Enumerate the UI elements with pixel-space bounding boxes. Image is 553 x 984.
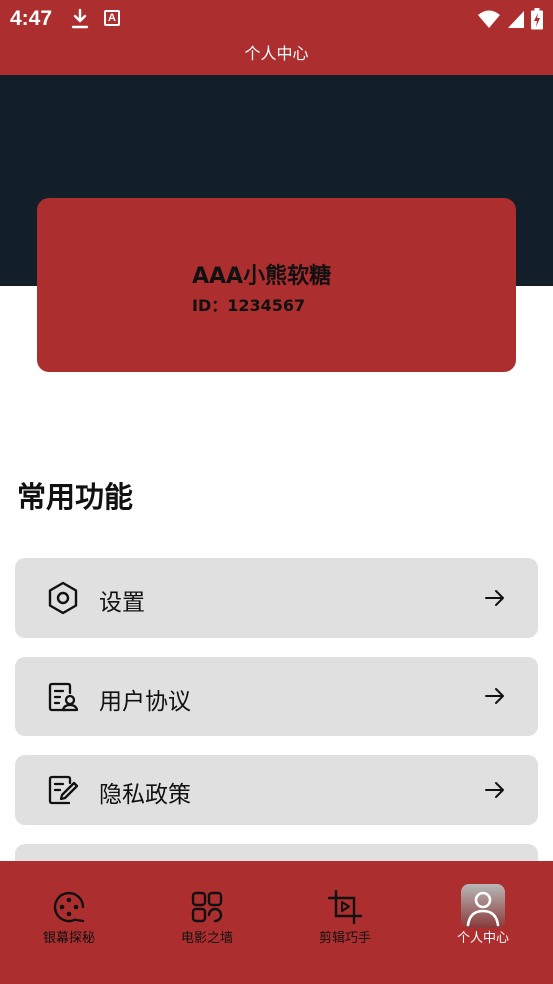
status-indicators bbox=[477, 8, 543, 30]
menu-item-privacy-policy[interactable]: 隐私政策 bbox=[15, 755, 538, 825]
privacy-policy-icon bbox=[47, 774, 79, 810]
nav-tab-editing[interactable]: 剪辑巧手 bbox=[276, 861, 414, 984]
menu-item-label: 设置 bbox=[99, 590, 145, 616]
menu-item-label: 用户协议 bbox=[99, 689, 191, 715]
status-time: 4:47 bbox=[10, 7, 53, 30]
nav-tab-label: 电影之墙 bbox=[180, 931, 233, 946]
page-title: 个人中心 bbox=[244, 44, 309, 63]
profile-card[interactable]: AAA小熊软糖 ID：1234567 bbox=[37, 198, 516, 372]
app-bar: 个人中心 bbox=[0, 38, 553, 75]
profile-id: ID：1234567 bbox=[192, 296, 306, 315]
battery-charging-icon bbox=[531, 8, 543, 30]
menu-item-settings[interactable]: 设置 bbox=[15, 558, 538, 638]
person-icon bbox=[461, 884, 505, 928]
profile-name: AAA小熊软糖 bbox=[192, 264, 332, 289]
arrow-right-icon bbox=[484, 779, 506, 805]
menu-item-user-agreement[interactable]: 用户协议 bbox=[15, 657, 538, 736]
crop-play-icon bbox=[327, 889, 363, 925]
menu-item-label: 隐私政策 bbox=[99, 782, 191, 808]
wifi-icon bbox=[478, 10, 500, 28]
arrow-right-icon bbox=[484, 587, 506, 613]
nav-tab-movie-wall[interactable]: 电影之墙 bbox=[138, 861, 276, 984]
bottom-nav: 银幕探秘 电影之墙 剪辑巧手 个人中心 bbox=[0, 861, 553, 984]
nav-tab-label: 银幕探秘 bbox=[42, 931, 95, 946]
status-bar: 4:47 A bbox=[0, 0, 553, 38]
grid-icon bbox=[190, 890, 224, 924]
arrow-right-icon bbox=[484, 685, 506, 711]
nav-tab-profile[interactable]: 个人中心 bbox=[414, 861, 552, 984]
signal-icon bbox=[508, 11, 524, 28]
download-icon bbox=[70, 8, 90, 34]
hexagon-settings-icon bbox=[47, 581, 79, 619]
user-agreement-icon bbox=[47, 681, 79, 717]
section-title: 常用功能 bbox=[17, 480, 134, 514]
film-reel-icon bbox=[52, 890, 86, 924]
nav-tab-screen-explore[interactable]: 银幕探秘 bbox=[0, 861, 138, 984]
notification-a-icon: A bbox=[104, 10, 120, 26]
nav-tab-label: 个人中心 bbox=[456, 931, 509, 946]
nav-tab-label: 剪辑巧手 bbox=[318, 931, 371, 946]
